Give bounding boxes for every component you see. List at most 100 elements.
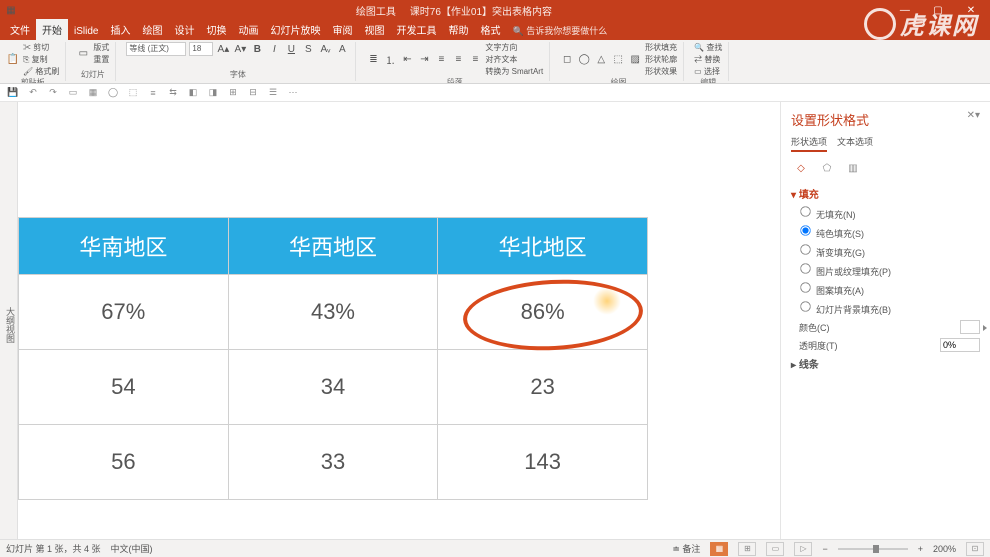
tab-view[interactable]: 视图	[358, 19, 390, 40]
table-cell[interactable]: 143	[438, 425, 648, 500]
align-right-icon[interactable]: ≡	[468, 53, 482, 67]
cut-button[interactable]: ✂ 剪切	[23, 42, 59, 53]
table-cell[interactable]: 86%	[438, 275, 648, 350]
qat-icon[interactable]: ▭	[66, 86, 80, 100]
decrease-font-icon[interactable]: A▾	[233, 42, 247, 56]
slide-canvas[interactable]: 华南地区 华西地区 华北地区 67% 43% 86% 54 34 23 56 3…	[18, 102, 780, 539]
normal-view-button[interactable]: ▦	[710, 542, 728, 556]
quick-styles-icon[interactable]: ▨	[628, 53, 642, 67]
replace-button[interactable]: ⇄ 替换	[694, 54, 722, 65]
tab-shape-options[interactable]: 形状选项	[791, 135, 827, 152]
pane-close-icon[interactable]: ✕	[967, 110, 975, 121]
qat-icon[interactable]: ⊟	[246, 86, 260, 100]
table-cell[interactable]: 67%	[19, 275, 229, 350]
qat-icon[interactable]: ◨	[206, 86, 220, 100]
reading-view-button[interactable]: ▭	[766, 542, 784, 556]
indent-dec-icon[interactable]: ⇤	[400, 53, 414, 67]
language-indicator[interactable]: 中文(中国)	[111, 542, 153, 555]
text-direction-button[interactable]: 文字方向	[485, 42, 543, 53]
close-button[interactable]: ✕	[956, 5, 986, 16]
select-button[interactable]: ▭ 选择	[694, 66, 722, 77]
outline-panel[interactable]: 大纲视图	[0, 102, 18, 539]
fit-to-window-button[interactable]: ⊡	[966, 542, 984, 556]
font-size-dropdown[interactable]: 18	[189, 42, 213, 56]
qat-icon[interactable]: ◧	[186, 86, 200, 100]
increase-font-icon[interactable]: A▴	[216, 42, 230, 56]
slide-counter[interactable]: 幻灯片 第 1 张，共 4 张	[6, 542, 101, 555]
radio-pattern-fill[interactable]: 图案填充(A)	[799, 281, 980, 297]
radio-no-fill[interactable]: 无填充(N)	[799, 205, 980, 221]
shadow-icon[interactable]: Aᵥ	[318, 42, 332, 56]
radio-slide-bg-fill[interactable]: 幻灯片背景填充(B)	[799, 300, 980, 316]
table-cell[interactable]: 34	[228, 350, 438, 425]
underline-icon[interactable]: U	[284, 42, 298, 56]
minimize-button[interactable]: —	[890, 5, 920, 16]
fill-line-icon[interactable]: ◇	[791, 158, 811, 178]
shapes-gallery-icon[interactable]: ◯	[577, 53, 591, 67]
arrange-icon[interactable]: ⬚	[611, 53, 625, 67]
pane-dropdown-icon[interactable]: ▾	[975, 110, 980, 121]
qat-icon[interactable]: ⊞	[226, 86, 240, 100]
bullets-icon[interactable]: ≣	[366, 53, 380, 67]
italic-icon[interactable]: I	[267, 42, 281, 56]
align-center-icon[interactable]: ≡	[451, 53, 465, 67]
tab-islide[interactable]: iSlide	[68, 23, 104, 40]
table-cell[interactable]: 23	[438, 350, 648, 425]
maximize-button[interactable]: ▢	[923, 5, 953, 16]
qat-undo-icon[interactable]: ↶	[26, 86, 40, 100]
qat-icon[interactable]: ⋯	[286, 86, 300, 100]
numbering-icon[interactable]: ⒈	[383, 53, 397, 67]
header-cell[interactable]: 华南地区	[19, 218, 229, 275]
qat-icon[interactable]: ⬚	[126, 86, 140, 100]
radio-gradient-fill[interactable]: 渐变填充(G)	[799, 243, 980, 259]
tab-developer[interactable]: 开发工具	[390, 19, 442, 40]
zoom-in-button[interactable]: +	[918, 544, 923, 554]
font-color-icon[interactable]: A	[335, 42, 349, 56]
layout-button[interactable]: 版式	[93, 42, 109, 53]
qat-save-icon[interactable]: 💾	[6, 86, 20, 100]
tab-animations[interactable]: 动画	[232, 19, 264, 40]
qat-icon[interactable]: ☰	[266, 86, 280, 100]
tab-home[interactable]: 开始	[36, 19, 68, 40]
shape-outline-button[interactable]: 形状轮廓	[645, 54, 677, 65]
data-table[interactable]: 华南地区 华西地区 华北地区 67% 43% 86% 54 34 23 56 3…	[18, 217, 648, 500]
tab-transitions[interactable]: 切换	[200, 19, 232, 40]
tab-file[interactable]: 文件	[4, 19, 36, 40]
new-slide-icon[interactable]: ▭	[76, 47, 90, 61]
line-heading[interactable]: ▸ 线条	[791, 356, 980, 371]
shape-fill-button[interactable]: 形状填充	[645, 42, 677, 53]
header-cell[interactable]: 华北地区	[438, 218, 648, 275]
qat-icon[interactable]: ◯	[106, 86, 120, 100]
format-painter-button[interactable]: 🖌 格式刷	[23, 66, 59, 77]
radio-solid-fill[interactable]: 纯色填充(S)	[799, 224, 980, 240]
shape-effects-button[interactable]: 形状效果	[645, 66, 677, 77]
zoom-level[interactable]: 200%	[933, 544, 956, 554]
strike-icon[interactable]: S	[301, 42, 315, 56]
notes-button[interactable]: ≐ 备注	[672, 542, 700, 555]
size-properties-icon[interactable]: ▥	[843, 158, 863, 178]
tab-slideshow[interactable]: 幻灯片放映	[264, 19, 326, 40]
table-cell[interactable]: 54	[19, 350, 229, 425]
align-text-button[interactable]: 对齐文本	[485, 54, 543, 65]
paste-icon[interactable]: 📋	[6, 53, 20, 67]
tell-me[interactable]: 🔍 告诉我你想要做什么	[506, 21, 613, 40]
zoom-slider[interactable]	[838, 548, 908, 550]
table-cell[interactable]: 33	[228, 425, 438, 500]
qat-redo-icon[interactable]: ↷	[46, 86, 60, 100]
fill-heading[interactable]: ▾ 填充	[791, 186, 980, 201]
zoom-out-button[interactable]: −	[822, 544, 827, 554]
header-cell[interactable]: 华西地区	[228, 218, 438, 275]
shapes-gallery-icon[interactable]: △	[594, 53, 608, 67]
indent-inc-icon[interactable]: ⇥	[417, 53, 431, 67]
color-picker[interactable]	[960, 320, 980, 334]
qat-icon[interactable]: ⇆	[166, 86, 180, 100]
slideshow-view-button[interactable]: ▷	[794, 542, 812, 556]
tab-draw[interactable]: 绘图	[136, 19, 168, 40]
table-cell[interactable]: 43%	[228, 275, 438, 350]
qat-icon[interactable]: ≡	[146, 86, 160, 100]
tab-insert[interactable]: 插入	[104, 19, 136, 40]
find-button[interactable]: 🔍 查找	[694, 42, 722, 53]
radio-picture-fill[interactable]: 图片或纹理填充(P)	[799, 262, 980, 278]
transparency-input[interactable]	[940, 338, 980, 352]
sorter-view-button[interactable]: ⊞	[738, 542, 756, 556]
